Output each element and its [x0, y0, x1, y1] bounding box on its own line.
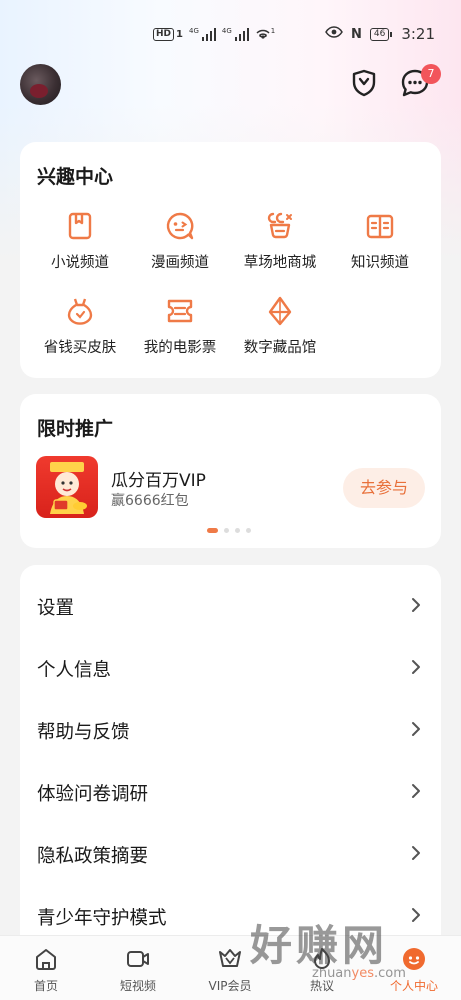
grid-item-movie-ticket[interactable]: 我的电影票 — [130, 295, 230, 357]
settings-row-settings[interactable]: 设置 — [20, 575, 441, 637]
promo-item-subtitle: 赢6666红包 — [111, 493, 189, 509]
settings-row-survey[interactable]: 体验问卷调研 — [20, 761, 441, 823]
grid-item-label: 草场地商城 — [243, 255, 317, 271]
carousel-dot — [235, 528, 240, 533]
interest-center-title: 兴趣中心 — [37, 166, 114, 188]
settings-row-label: 帮助与反馈 — [37, 722, 130, 743]
hotspot-count: 1 — [270, 27, 276, 35]
ticket-icon — [130, 295, 230, 327]
money-bag-icon — [30, 295, 130, 327]
signal-icon-2: 4G — [221, 26, 249, 41]
chevron-right-icon — [412, 660, 420, 674]
diamond-icon — [230, 295, 330, 327]
grid-item-label: 小说频道 — [51, 255, 109, 271]
grid-item-knowledge[interactable]: 知识频道 — [330, 210, 430, 272]
settings-row-label: 隐私政策摘要 — [37, 846, 149, 867]
settings-row-help-feedback[interactable]: 帮助与反馈 — [20, 699, 441, 761]
join-button[interactable]: 去参与 — [343, 468, 425, 508]
nav-label: 热议 — [309, 979, 334, 993]
grid-item-label: 省钱买皮肤 — [43, 340, 117, 356]
hd-indicator: HD — [153, 27, 175, 41]
nav-item-short-video[interactable]: 短视频 — [98, 946, 178, 994]
nav-label: VIP会员 — [208, 979, 252, 993]
promo-image[interactable] — [36, 456, 98, 518]
nav-label: 个人中心 — [389, 979, 438, 993]
nav-item-profile[interactable]: 个人中心 — [374, 946, 454, 994]
shield-icon[interactable] — [347, 66, 381, 100]
status-bar: HD 1 4G 4G 1 N 46 3:21 — [0, 22, 461, 46]
settings-row-label: 设置 — [37, 598, 75, 619]
hotspot-icon: 1 — [255, 27, 275, 41]
chevron-right-icon — [412, 722, 420, 736]
nav-label: 首页 — [33, 979, 58, 993]
grid-item-label: 我的电影票 — [143, 340, 217, 356]
sim-indicator: 1 — [176, 28, 183, 40]
grid-item-label: 数字藏品馆 — [243, 340, 317, 356]
chevron-right-icon — [412, 846, 420, 860]
grid-item-label: 知识频道 — [351, 255, 409, 271]
settings-row-label: 个人信息 — [37, 660, 112, 681]
carousel-dot — [246, 528, 251, 533]
comic-face-icon — [130, 210, 230, 242]
profile-icon — [403, 948, 425, 970]
network-type-label: 4G — [188, 26, 199, 35]
promo-title: 限时推广 — [37, 418, 114, 440]
grid-item-comic[interactable]: 漫画频道 — [130, 210, 230, 272]
carousel-dot — [224, 528, 229, 533]
message-badge: 7 — [421, 64, 441, 84]
settings-row-privacy-summary[interactable]: 隐私政策摘要 — [20, 823, 441, 885]
settings-row-label: 体验问卷调研 — [37, 784, 149, 805]
clock: 3:21 — [401, 25, 435, 43]
avatar[interactable] — [20, 64, 61, 105]
hot-topic-icon — [314, 948, 330, 969]
chevron-right-icon — [412, 908, 420, 922]
promo-item-title: 瓜分百万VIP — [111, 471, 206, 491]
bottom-navigation: 首页 短视频 VIP会员 热议 个人中心 — [0, 935, 461, 1000]
nav-item-home[interactable]: 首页 — [6, 946, 86, 994]
home-icon — [36, 949, 56, 970]
nav-item-vip[interactable]: VIP会员 — [190, 946, 270, 994]
grid-item-skins[interactable]: 省钱买皮肤 — [30, 295, 130, 357]
settings-list-card: 设置 个人信息 帮助与反馈 体验问卷调研 隐私政策摘要 青少年守护模式 — [20, 565, 441, 965]
eye-icon — [325, 26, 343, 42]
interest-center-card: 兴趣中心 小说频道 漫画频道 草场地商城 知识频道 省钱买皮肤 我的电影票 数字… — [20, 142, 441, 378]
promo-card: 限时推广 瓜分百万VIP 赢6666红包 去参与 — [20, 394, 441, 548]
carousel-indicator — [207, 528, 251, 533]
grid-item-label: 漫画频道 — [151, 255, 209, 271]
settings-row-personal-info[interactable]: 个人信息 — [20, 637, 441, 699]
knowledge-icon — [330, 210, 430, 242]
nav-label: 短视频 — [119, 979, 156, 993]
grid-item-novel[interactable]: 小说频道 — [30, 210, 130, 272]
nav-item-hot-topics[interactable]: 热议 — [282, 946, 362, 994]
nfc-icon: N — [350, 26, 362, 42]
vip-crown-icon — [219, 949, 241, 967]
chevron-right-icon — [412, 598, 420, 612]
grid-item-digital-collectibles[interactable]: 数字藏品馆 — [230, 295, 330, 357]
carousel-dot-active — [207, 528, 218, 533]
battery-icon: 46 — [369, 27, 393, 41]
book-icon — [30, 210, 130, 242]
video-icon — [127, 951, 149, 967]
chevron-right-icon — [412, 784, 420, 798]
settings-row-label: 青少年守护模式 — [37, 908, 167, 929]
grid-item-mall[interactable]: 草场地商城 — [230, 210, 330, 272]
network-type-label-2: 4G — [221, 26, 232, 35]
signal-icon: 4G — [188, 26, 216, 41]
mall-icon — [230, 210, 330, 242]
